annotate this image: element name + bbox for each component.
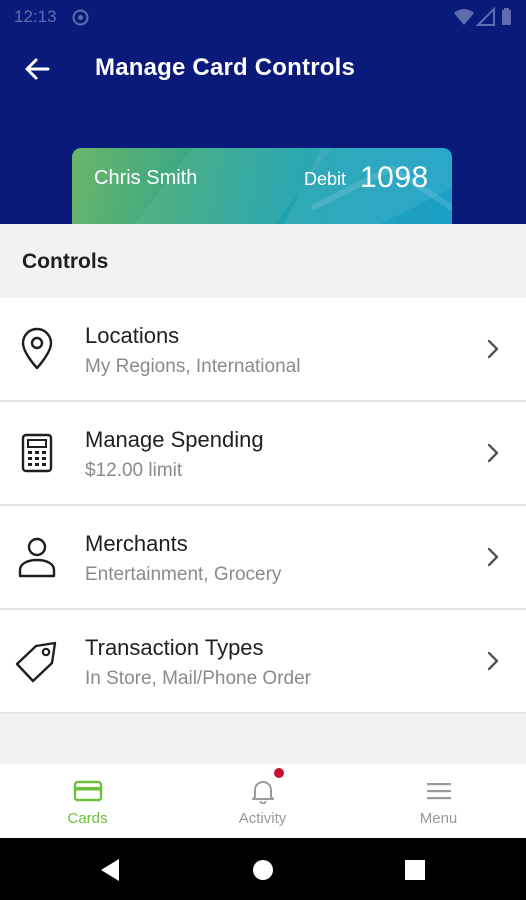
card-icon <box>73 780 102 802</box>
control-subtitle: $12.00 limit <box>85 460 183 481</box>
bottom-nav: Cards Activity Menu <box>0 764 526 838</box>
nav-tab-menu[interactable]: Menu <box>351 764 526 838</box>
page-title: Manage Card Controls <box>95 54 356 81</box>
system-nav-bar <box>0 838 526 900</box>
bell-icon <box>251 781 274 804</box>
control-title: Merchants <box>85 531 188 556</box>
status-icons <box>454 7 511 26</box>
control-item-merchants[interactable]: Merchants Entertainment, Grocery <box>0 506 526 610</box>
location-pin-icon <box>21 327 53 370</box>
control-title: Locations <box>85 323 180 348</box>
chevron-right-icon <box>487 339 499 359</box>
card-holder-name: Chris Smith <box>94 167 198 189</box>
debit-card[interactable]: Chris Smith Debit 1098 <box>72 148 452 224</box>
battery-icon <box>502 10 511 25</box>
home-circle-icon[interactable] <box>249 856 277 884</box>
section-title: Controls <box>22 250 109 273</box>
chevron-right-icon <box>487 443 499 463</box>
app-header: Manage Card Controls Chris Smith Debit 1… <box>0 34 526 224</box>
wifi-icon <box>454 9 474 25</box>
control-subtitle: In Store, Mail/Phone Order <box>85 668 311 689</box>
control-title: Manage Spending <box>85 427 264 452</box>
status-bar: 12:13 <box>0 0 526 34</box>
controls-list: Locations My Regions, International Mana… <box>0 298 526 714</box>
chevron-right-icon <box>487 547 499 567</box>
card-type: Debit <box>304 169 347 189</box>
control-item-transaction-types[interactable]: Transaction Types In Store, Mail/Phone O… <box>0 610 526 714</box>
control-item-manage-spending[interactable]: Manage Spending $12.00 limit <box>0 402 526 506</box>
control-title: Transaction Types <box>85 635 264 660</box>
person-icon <box>18 537 56 578</box>
nav-tab-cards[interactable]: Cards <box>0 764 175 838</box>
back-arrow-icon[interactable] <box>20 54 54 84</box>
hamburger-menu-icon <box>426 783 451 800</box>
recents-square-icon[interactable] <box>401 856 429 884</box>
status-time: 12:13 <box>14 7 57 26</box>
control-subtitle: Entertainment, Grocery <box>85 564 282 585</box>
nav-label: Cards <box>67 810 108 827</box>
notification-badge <box>274 768 284 778</box>
control-subtitle: My Regions, International <box>85 356 301 377</box>
tag-icon <box>15 641 57 683</box>
chevron-right-icon <box>487 651 499 671</box>
nav-tab-activity[interactable]: Activity <box>175 764 350 838</box>
control-item-locations[interactable]: Locations My Regions, International <box>0 298 526 402</box>
controls-section-header: Controls <box>0 224 526 298</box>
nav-label: Menu <box>419 810 458 827</box>
nav-label: Activity <box>238 810 287 827</box>
calculator-icon <box>21 433 53 473</box>
at-sign-icon <box>72 9 89 26</box>
back-triangle-icon[interactable] <box>96 856 124 884</box>
list-footer-spacer <box>0 714 526 764</box>
card-last-four: 1098 <box>360 161 429 194</box>
signal-icon <box>475 7 495 26</box>
